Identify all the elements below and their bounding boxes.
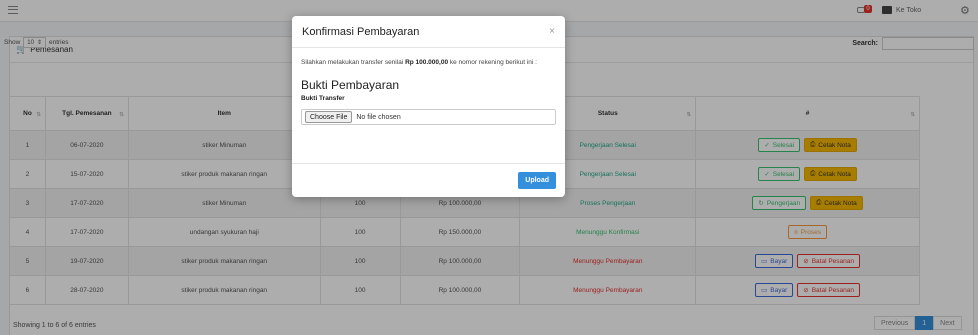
payment-confirmation-modal: Konfirmasi Pembayaran × Silahkan melakuk… xyxy=(292,16,565,197)
proof-heading: Bukti Pembayaran xyxy=(301,78,400,92)
instruction-text: Silahkan melakukan transfer senilai xyxy=(301,59,404,66)
choose-file-button[interactable]: Choose File xyxy=(305,111,353,123)
file-status: No file chosen xyxy=(356,113,401,121)
file-input[interactable]: Choose File No file chosen xyxy=(301,109,556,125)
close-icon[interactable]: × xyxy=(549,26,555,37)
transfer-instruction: Silahkan melakukan transfer senilai Rp 1… xyxy=(301,58,556,67)
proof-field-label: Bukti Transfer xyxy=(301,95,345,102)
instruction-text-end: ke nomor rekening berikut ini : xyxy=(449,59,537,66)
modal-header: Konfirmasi Pembayaran × xyxy=(292,16,565,48)
modal-title: Konfirmasi Pembayaran xyxy=(302,25,420,38)
upload-button[interactable]: Upload xyxy=(518,172,556,189)
transfer-amount: Rp 100.000,00 xyxy=(405,59,449,66)
modal-body: Silahkan melakukan transfer senilai Rp 1… xyxy=(292,48,565,125)
modal-footer: Upload xyxy=(292,163,565,197)
